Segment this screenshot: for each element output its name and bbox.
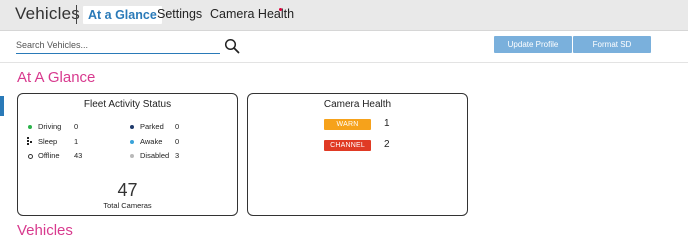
section-title-at-a-glance: At A Glance	[17, 69, 96, 86]
search-icon[interactable]	[224, 38, 240, 54]
awake-dot-icon	[130, 140, 134, 144]
stat-value: 1	[74, 137, 79, 146]
title-divider	[76, 5, 77, 24]
camera-health-card: Camera Health WARN 1 CHANNEL 2	[247, 93, 468, 216]
stat-value: 0	[175, 137, 180, 146]
stat-value: 43	[74, 151, 83, 160]
total-cameras-count: 47	[117, 180, 138, 200]
offline-dot-icon	[28, 154, 33, 159]
format-sd-button[interactable]: Format SD	[573, 36, 651, 53]
page-title: Vehicles	[15, 4, 80, 23]
camera-health-card-title: Camera Health	[323, 99, 392, 110]
section-title-vehicles: Vehicles	[17, 222, 73, 239]
stat-label: Driving	[38, 122, 62, 131]
disabled-dot-icon	[130, 154, 134, 158]
stat-label: Parked	[140, 122, 164, 131]
driving-dot-icon	[28, 125, 32, 129]
parked-dot-icon	[130, 125, 134, 129]
channel-count: 2	[384, 139, 390, 150]
stat-label: Offline	[38, 151, 60, 160]
total-cameras-label: Total Cameras	[103, 201, 152, 210]
stat-value: 0	[175, 122, 180, 131]
search-input[interactable]	[16, 38, 220, 54]
fleet-card-title: Fleet Activity Status	[83, 99, 172, 110]
tab-settings[interactable]: Settings	[157, 7, 202, 21]
channel-badge[interactable]: CHANNEL	[324, 140, 371, 151]
update-profile-button[interactable]: Update Profile	[494, 36, 572, 53]
stat-value: 3	[175, 151, 180, 160]
left-accent-bar	[0, 96, 4, 116]
stat-value: 0	[74, 122, 79, 131]
stat-label: Disabled	[140, 151, 170, 160]
tab-at-a-glance[interactable]: At a Glance	[83, 6, 162, 24]
stat-label: Awake	[140, 137, 163, 146]
warn-badge[interactable]: WARN	[324, 119, 371, 130]
warn-count: 1	[384, 118, 390, 129]
alert-dot	[279, 8, 282, 11]
top-bar: Vehicles At a Glance Settings Camera Hea…	[0, 0, 688, 31]
fleet-activity-card: Fleet Activity Status Driving 0 Sleep 1 …	[17, 93, 238, 216]
sleep-icon	[27, 137, 33, 149]
stat-label: Sleep	[38, 137, 58, 146]
